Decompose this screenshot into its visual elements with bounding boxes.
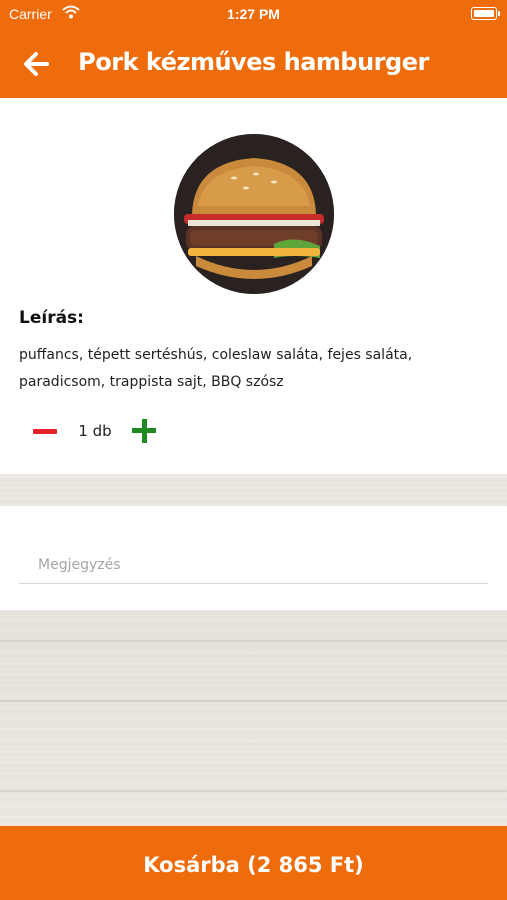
burger-photo: [174, 134, 334, 294]
minus-icon[interactable]: [30, 420, 60, 444]
description-label: Leírás:: [19, 308, 84, 328]
clock: 1:27 PM: [227, 6, 280, 22]
note-card: [0, 506, 507, 610]
product-card: Leírás: puffancs, tépett sertéshús, cole…: [0, 98, 507, 474]
plank-divider: [0, 790, 507, 792]
page-title: Pork kézműves hamburger: [78, 48, 429, 76]
status-bar: Carrier 1:27 PM: [0, 0, 507, 28]
battery-icon: [471, 7, 500, 20]
quantity-value: 1 db: [78, 422, 112, 440]
plus-icon[interactable]: [130, 417, 158, 445]
plank-divider: [0, 640, 507, 642]
plank-divider: [0, 700, 507, 702]
description-text: puffancs, tépett sertéshús, coleslaw sal…: [19, 347, 413, 390]
note-input[interactable]: [19, 546, 488, 584]
navigation-bar: Pork kézműves hamburger: [0, 28, 507, 98]
add-to-cart-button[interactable]: Kosárba (2 865 Ft): [0, 826, 507, 900]
